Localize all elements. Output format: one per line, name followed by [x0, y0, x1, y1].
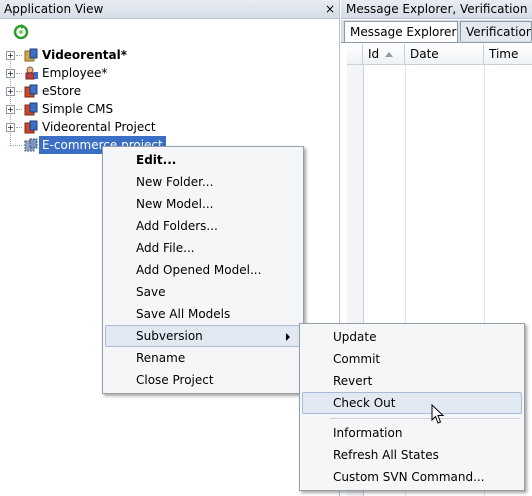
tab-label: Verification Lo: [466, 25, 532, 39]
menu-item-rename[interactable]: Rename: [105, 347, 301, 369]
expand-icon[interactable]: +: [6, 105, 15, 114]
tree-item-label: eStore: [42, 84, 82, 98]
row-header-column: [347, 44, 363, 64]
project-icon: [23, 120, 39, 134]
sort-ascending-icon: [385, 52, 394, 57]
menu-item-add-file[interactable]: Add File...: [105, 237, 301, 259]
expand-icon[interactable]: +: [6, 51, 15, 60]
subversion-submenu: Update Commit Revert Check Out Informati…: [299, 323, 525, 491]
menu-item-label: Subversion: [136, 329, 203, 343]
expand-icon[interactable]: +: [6, 123, 15, 132]
project-icon: [23, 102, 39, 116]
menu-item-new-model[interactable]: New Model...: [105, 193, 301, 215]
column-header-id[interactable]: Id: [363, 44, 405, 64]
application-view-titlebar: Application View ×: [0, 0, 339, 19]
tree-item-label: Simple CMS: [42, 102, 114, 116]
menu-item-close-project[interactable]: Close Project: [105, 369, 301, 391]
column-header-date[interactable]: Date: [405, 44, 484, 64]
project-icon: [23, 48, 39, 62]
menu-item-custom-svn-command[interactable]: Custom SVN Command...: [302, 466, 522, 488]
menu-item-add-opened-model[interactable]: Add Opened Model...: [105, 259, 301, 281]
menu-item-new-folder[interactable]: New Folder...: [105, 171, 301, 193]
refresh-icon[interactable]: [12, 23, 30, 41]
application-view-title: Application View: [4, 2, 104, 16]
menu-item-add-folders[interactable]: Add Folders...: [105, 215, 301, 237]
menu-item-check-out[interactable]: Check Out: [302, 392, 522, 414]
mouse-pointer-icon: [431, 403, 445, 426]
tab-label: Message Explorer: [350, 25, 457, 39]
menu-item-save-all-models[interactable]: Save All Models: [105, 303, 301, 325]
tab-message-explorer[interactable]: Message Explorer ×: [344, 21, 458, 42]
tree-item-label: Videorental Project: [42, 120, 156, 134]
tab-verification-log[interactable]: Verification Lo: [460, 21, 532, 41]
menu-item-commit[interactable]: Commit: [302, 348, 522, 370]
project-icon: [23, 84, 39, 98]
message-explorer-titlebar: Message Explorer, Verification Log: [341, 0, 532, 19]
menu-item-information[interactable]: Information: [302, 422, 522, 444]
close-panel-icon[interactable]: ×: [325, 0, 335, 19]
menu-separator: [330, 418, 520, 419]
column-header-time[interactable]: Time: [484, 44, 532, 64]
message-table-header: Id Date Time: [347, 44, 532, 65]
menu-item-revert[interactable]: Revert: [302, 370, 522, 392]
menu-item-save[interactable]: Save: [105, 281, 301, 303]
tree-guide-line: [10, 54, 11, 146]
tab-strip: Message Explorer × Verification Lo: [341, 20, 532, 43]
svn-project-icon: [23, 138, 39, 152]
submenu-arrow-icon: [286, 333, 290, 341]
project-context-menu: Edit... New Folder... New Model... Add F…: [102, 146, 304, 394]
expand-icon[interactable]: +: [6, 87, 15, 96]
menu-item-refresh-all-states[interactable]: Refresh All States: [302, 444, 522, 466]
menu-item-edit[interactable]: Edit...: [105, 149, 301, 171]
expand-icon[interactable]: +: [6, 69, 15, 78]
tree-item-label: Employee*: [42, 66, 108, 80]
user-project-icon: [23, 66, 39, 80]
menu-item-update[interactable]: Update: [302, 326, 522, 348]
menu-item-subversion[interactable]: Subversion: [105, 325, 301, 347]
tree-item-label: Videorental*: [42, 48, 127, 62]
